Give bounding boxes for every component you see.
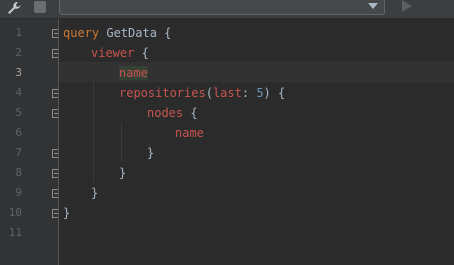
- line-number: 11: [8, 226, 22, 239]
- paren: (: [205, 86, 213, 100]
- brace: }: [119, 166, 127, 180]
- run-icon[interactable]: [402, 0, 412, 12]
- line-number: 9: [15, 186, 22, 199]
- operation-name: GetData: [106, 26, 157, 40]
- gutter: 1 2 3 4 5 6 7 8 9 10 11: [0, 19, 61, 265]
- indent-guide: [93, 82, 94, 182]
- field-name: name: [119, 66, 148, 80]
- brace: }: [91, 186, 99, 200]
- code-editor[interactable]: query GetData { viewer { name repositori…: [59, 19, 454, 265]
- dropdown-arrow-icon[interactable]: [368, 3, 378, 9]
- line-number: 1: [15, 26, 22, 39]
- wrench-icon[interactable]: [6, 0, 22, 14]
- brace: }: [147, 146, 155, 160]
- brace: {: [164, 26, 172, 40]
- code-line-1: query GetData {: [63, 23, 171, 43]
- paren: ): [263, 86, 271, 100]
- argument-name: last: [212, 86, 242, 100]
- brace: }: [63, 206, 71, 220]
- indent-guide: [121, 122, 122, 162]
- stop-icon[interactable]: [34, 1, 46, 13]
- line-number: 8: [15, 166, 22, 179]
- code-line-8: }: [119, 163, 126, 183]
- line-number: 5: [15, 106, 22, 119]
- line-number: 4: [15, 86, 22, 99]
- code-line-6: name: [175, 123, 204, 143]
- code-line-2: viewer {: [91, 43, 149, 63]
- code-line-9: }: [91, 183, 98, 203]
- code-line-4: repositories(last: 5) {: [119, 83, 285, 103]
- field-name: name: [175, 126, 204, 140]
- line-number: 3: [15, 66, 22, 79]
- toolbar: [0, 0, 454, 19]
- query-keyword: query: [63, 26, 100, 40]
- field-name: nodes: [147, 106, 184, 120]
- code-line-3: name: [119, 63, 148, 83]
- line-number: 6: [15, 126, 22, 139]
- field-name: viewer: [91, 46, 135, 60]
- operation-select[interactable]: [59, 0, 385, 15]
- line-number: 10: [8, 206, 22, 219]
- colon: :: [241, 86, 250, 100]
- brace: {: [141, 46, 149, 60]
- code-line-5: nodes {: [147, 103, 198, 123]
- brace: {: [190, 106, 198, 120]
- code-line-7: }: [147, 143, 154, 163]
- field-name: repositories: [119, 86, 206, 100]
- brace: {: [278, 86, 286, 100]
- argument-value: 5: [256, 86, 264, 100]
- line-number: 7: [15, 146, 22, 159]
- line-number: 2: [15, 46, 22, 59]
- code-line-10: }: [63, 203, 70, 223]
